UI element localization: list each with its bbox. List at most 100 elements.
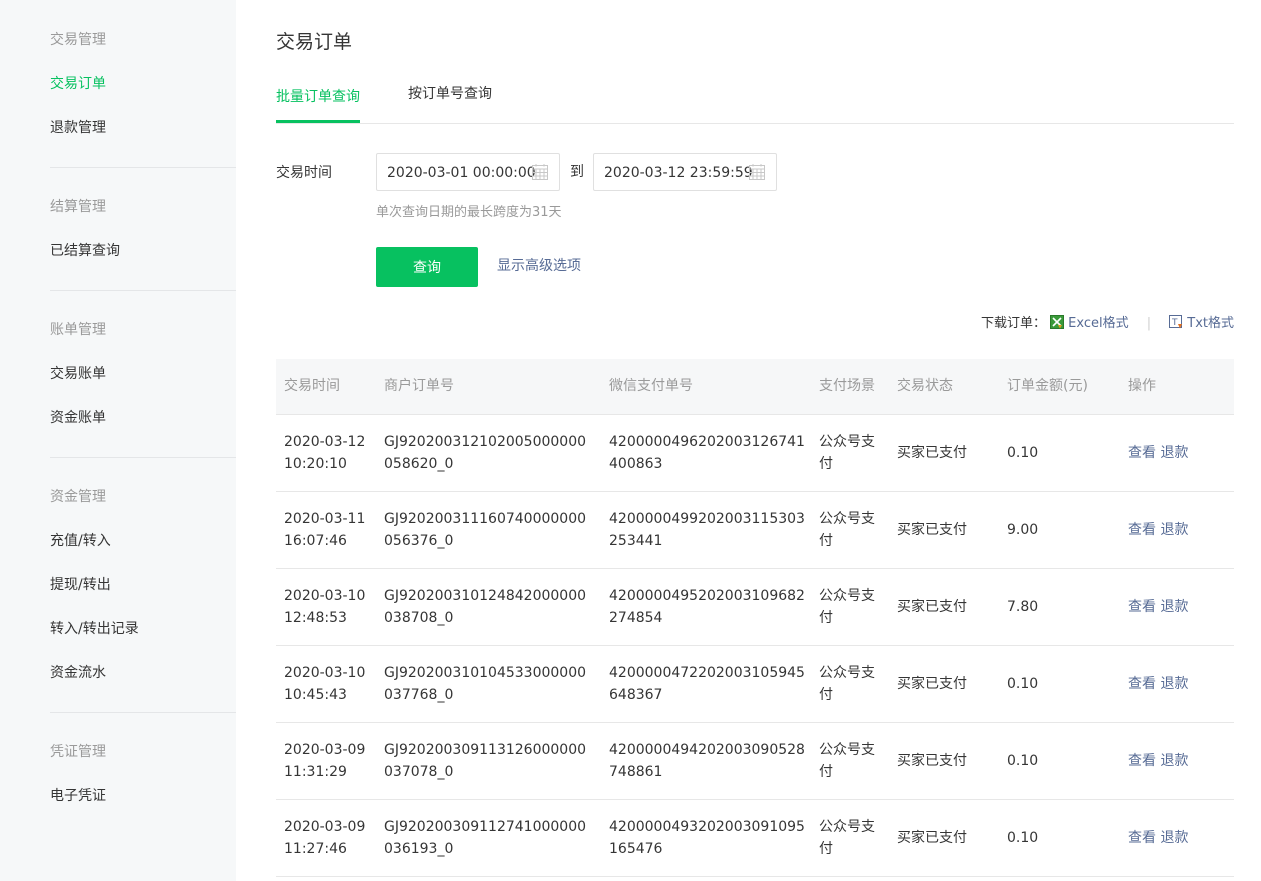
cell-status: 买家已支付 [897,522,967,538]
refund-link[interactable]: 退款 [1160,599,1188,615]
cell-trade-time: 2020-03-11 16:07:46 [284,511,366,549]
cell-actions: 查看 退款 [1128,750,1228,772]
sidebar-item-trade-orders[interactable]: 交易订单 [50,74,106,94]
cell-wechat-pay-no: 4200000493202003091095165476 [609,819,805,857]
cell-trade-time: 2020-03-09 11:31:29 [284,742,366,780]
cell-actions: 查看 退款 [1128,827,1228,849]
refund-link[interactable]: 退款 [1160,830,1188,846]
column-header: 操作 [1128,378,1156,394]
sidebar-item-withdraw[interactable]: 提现/转出 [50,575,111,595]
cell-status: 买家已支付 [897,830,967,846]
refund-link[interactable]: 退款 [1160,522,1188,538]
sidebar-divider [50,712,236,713]
orders-table: 交易时间 商户订单号 微信支付单号 支付场景 交易状态 订单金额(元) 操作 2… [276,359,1234,877]
cell-status: 买家已支付 [897,753,967,769]
table-row: 2020-03-11 16:07:46 GJ920200311160740000… [276,492,1234,569]
refund-link[interactable]: 退款 [1160,753,1188,769]
sidebar-group-title: 结算管理 [50,199,106,215]
cell-pay-scene: 公众号支付 [819,434,875,472]
start-date-value: 2020-03-01 00:00:00 [387,165,536,181]
column-header: 交易时间 [284,378,340,394]
cell-merchant-order-no: GJ920200311160740000000056376_0 [384,511,587,549]
sidebar-item-settled-query[interactable]: 已结算查询 [50,241,120,261]
tab-query-by-order-no[interactable]: 按订单号查询 [408,84,492,104]
cell-trade-time: 2020-03-10 10:45:43 [284,665,366,703]
sidebar-item-refund-management[interactable]: 退款管理 [50,118,106,138]
download-excel-link[interactable]: Excel格式 [1050,315,1133,331]
query-button[interactable]: 查询 [376,247,478,287]
txt-file-icon: T [1169,315,1183,329]
cell-trade-time: 2020-03-10 12:48:53 [284,588,366,626]
cell-actions: 查看 退款 [1128,673,1228,695]
end-date-value: 2020-03-12 23:59:59 [604,165,753,181]
refund-link[interactable]: 退款 [1160,676,1188,692]
cell-merchant-order-no: GJ920200310124842000000038708_0 [384,588,587,626]
view-link[interactable]: 查看 [1128,676,1156,692]
cell-amount: 7.80 [1007,599,1039,615]
cell-pay-scene: 公众号支付 [819,665,875,703]
cell-amount: 0.10 [1007,753,1039,769]
cell-wechat-pay-no: 4200000494202003090528748861 [609,742,805,780]
sidebar-item-recharge[interactable]: 充值/转入 [50,531,111,551]
download-separator: | [1146,316,1152,331]
sidebar-divider [50,290,236,291]
download-excel-label: Excel格式 [1068,316,1129,331]
cell-trade-time: 2020-03-09 11:27:46 [284,819,366,857]
download-txt-link[interactable]: T Txt格式 [1169,315,1234,331]
sidebar-group-title: 资金管理 [50,489,106,505]
download-label: 下载订单： [981,316,1047,331]
sidebar-group-title: 交易管理 [50,32,106,48]
sidebar-divider [50,167,236,168]
cell-trade-time: 2020-03-12 10:20:10 [284,434,366,472]
view-link[interactable]: 查看 [1128,522,1156,538]
sidebar: 交易管理 交易订单 退款管理 结算管理 已结算查询 账单管理 交易账单 资金账单… [0,0,236,881]
column-header: 交易状态 [897,378,953,394]
cell-merchant-order-no: GJ920200309112741000000036193_0 [384,819,587,857]
sidebar-item-fund-bill[interactable]: 资金账单 [50,408,106,428]
cell-pay-scene: 公众号支付 [819,511,875,549]
view-link[interactable]: 查看 [1128,753,1156,769]
column-header: 支付场景 [819,378,875,394]
cell-merchant-order-no: GJ920200309113126000000037078_0 [384,742,587,780]
download-txt-label: Txt格式 [1187,316,1234,331]
cell-merchant-order-no: GJ920200310104533000000037768_0 [384,665,587,703]
calendar-icon[interactable] [748,163,766,181]
main-content: 交易订单 批量订单查询 按订单号查询 交易时间 2020-03-01 00:00… [276,0,1234,881]
table-row: 2020-03-09 11:31:29 GJ920200309113126000… [276,723,1234,800]
calendar-icon[interactable] [531,163,549,181]
tab-bar: 批量订单查询 按订单号查询 [276,80,1234,124]
cell-wechat-pay-no: 4200000472202003105945648367 [609,665,805,703]
view-link[interactable]: 查看 [1128,830,1156,846]
column-header: 订单金额(元) [1007,378,1088,394]
start-date-input[interactable]: 2020-03-01 00:00:00 [376,153,560,191]
tab-batch-query[interactable]: 批量订单查询 [276,87,360,107]
excel-file-icon [1050,315,1065,329]
sidebar-item-e-voucher[interactable]: 电子凭证 [50,786,106,806]
date-range-to-label: 到 [570,164,584,180]
cell-actions: 查看 退款 [1128,519,1228,541]
table-header: 交易时间 商户订单号 微信支付单号 支付场景 交易状态 订单金额(元) 操作 [276,359,1234,415]
sidebar-item-fund-flow[interactable]: 资金流水 [50,663,106,683]
cell-merchant-order-no: GJ920200312102005000000058620_0 [384,434,587,472]
sidebar-item-trade-bill[interactable]: 交易账单 [50,364,106,384]
view-link[interactable]: 查看 [1128,445,1156,461]
table-row: 2020-03-09 11:27:46 GJ920200309112741000… [276,800,1234,877]
cell-status: 买家已支付 [897,445,967,461]
cell-wechat-pay-no: 4200000496202003126741400863 [609,434,805,472]
refund-link[interactable]: 退款 [1160,445,1188,461]
view-link[interactable]: 查看 [1128,599,1156,615]
app: 交易管理 交易订单 退款管理 结算管理 已结算查询 账单管理 交易账单 资金账单… [0,0,1261,881]
sidebar-item-transfer-records[interactable]: 转入/转出记录 [50,619,139,639]
cell-status: 买家已支付 [897,676,967,692]
show-advanced-options-link[interactable]: 显示高级选项 [497,256,581,276]
column-header: 商户订单号 [384,378,454,394]
end-date-input[interactable]: 2020-03-12 23:59:59 [593,153,777,191]
table-row: 2020-03-10 10:45:43 GJ920200310104533000… [276,646,1234,723]
cell-amount: 0.10 [1007,830,1039,846]
column-header: 微信支付单号 [609,378,693,394]
date-span-hint: 单次查询日期的最长跨度为31天 [376,205,562,220]
trade-time-label: 交易时间 [276,165,332,181]
cell-pay-scene: 公众号支付 [819,742,875,780]
cell-amount: 0.10 [1007,445,1039,461]
cell-pay-scene: 公众号支付 [819,588,875,626]
